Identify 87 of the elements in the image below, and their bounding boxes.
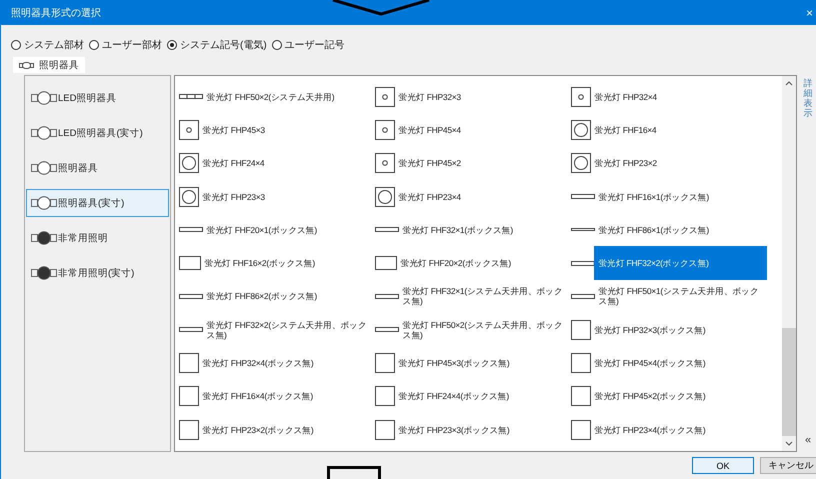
cancel-button[interactable]: キャンセル: [760, 457, 816, 474]
radio-option[interactable]: システム部材: [11, 38, 84, 52]
radio-option[interactable]: ユーザー記号: [272, 38, 345, 52]
fixture-label: 蛍光灯 FHP32×4: [594, 90, 658, 104]
category-item[interactable]: 照明器具: [26, 154, 169, 182]
category-item[interactable]: 非常用照明: [26, 224, 169, 252]
fixture-label: 蛍光灯 FHF16×4: [594, 124, 658, 137]
fixture-label: 蛍光灯 FHP45×2(ボックス無): [594, 390, 706, 404]
fixture-label: 蛍光灯 FHF32×1(システム天井用、ボックス無): [402, 285, 564, 308]
fixture-item[interactable]: 蛍光灯 FHF16×4(ボックス無): [178, 380, 375, 413]
category-item[interactable]: 非常用照明(実寸): [26, 259, 169, 287]
fixture-item[interactable]: 蛍光灯 FHP32×4(ボックス無): [178, 346, 375, 380]
fixture-item[interactable]: 蛍光灯 FHP45×3(ボックス無): [374, 346, 571, 380]
chevron-icon: [331, 0, 431, 16]
fixture-label: 蛍光灯 FHP23×4(ボックス無): [594, 424, 706, 437]
fixture-item[interactable]: 蛍光灯 FHF32×1(ボックス無): [374, 213, 571, 246]
close-button[interactable]: ×: [802, 6, 816, 20]
fixture-item[interactable]: 蛍光灯 FHP23×2: [570, 146, 767, 180]
fixture-item[interactable]: 蛍光灯 FHP23×3: [178, 180, 375, 214]
ok-button[interactable]: OK: [692, 457, 754, 474]
fixture-label: 蛍光灯 FHF16×2(ボックス無): [204, 257, 316, 270]
detail-toggle[interactable]: 詳細表示: [804, 79, 812, 119]
window-title: 照明器具形式の選択: [11, 6, 101, 20]
fixture-label: 蛍光灯 FHF50×2(システム天井用): [206, 90, 336, 104]
fixture-label: 蛍光灯 FHP45×4(ボックス無): [594, 357, 706, 370]
fixture-label: 蛍光灯 FHP23×3: [202, 190, 266, 204]
fixture-icon: [19, 62, 35, 68]
fixture-label: 蛍光灯 FHF50×1(システム天井用、ボックス無): [598, 285, 760, 308]
fixture-item[interactable]: 蛍光灯 FHP23×4: [374, 180, 571, 214]
fixture-item[interactable]: 蛍光灯 FHF50×2(システム天井用、ボックス無): [374, 313, 571, 346]
fixture-label: 蛍光灯 FHP23×3(ボックス無): [398, 424, 510, 437]
scroll-up-icon[interactable]: [785, 81, 794, 86]
category-item[interactable]: LED照明器具(実寸): [26, 119, 169, 147]
fixture-item[interactable]: 蛍光灯 FHP45×3: [178, 113, 375, 147]
fixture-item[interactable]: 蛍光灯 FHF16×2(ボックス無): [178, 246, 375, 280]
fixture-label: 蛍光灯 FHP45×3(ボックス無): [398, 357, 510, 370]
fixture-item[interactable]: 蛍光灯 FHP32×3: [374, 80, 571, 114]
fixture-item[interactable]: 蛍光灯 FHF86×2(ボックス無): [178, 280, 375, 314]
fixture-label: 蛍光灯 FHP32×3: [398, 90, 462, 104]
fixture-item[interactable]: 蛍光灯 FHF20×2(ボックス無): [374, 246, 571, 280]
fixture-item[interactable]: 蛍光灯 FHP45×4(ボックス無): [570, 346, 767, 380]
fixture-label: 蛍光灯 FHF86×1(ボックス無): [598, 224, 710, 237]
fixture-label: 蛍光灯 FHF16×1(ボックス無): [598, 190, 710, 204]
fixture-label: 蛍光灯 FHF32×1(ボックス無): [402, 224, 514, 237]
fixture-label: 蛍光灯 FHP23×2: [594, 157, 658, 170]
fixture-label: 蛍光灯 FHF24×4(ボックス無): [398, 390, 510, 404]
fixture-item[interactable]: 蛍光灯 FHP23×3(ボックス無): [374, 412, 571, 446]
fixture-label: 蛍光灯 FHF20×1(ボックス無): [206, 224, 318, 237]
scrollbar[interactable]: [782, 76, 796, 451]
fixture-item[interactable]: 蛍光灯 FHP45×2(ボックス無): [570, 380, 767, 413]
fixture-item[interactable]: 蛍光灯 FHF24×4(ボックス無): [374, 380, 571, 413]
fixture-item[interactable]: 蛍光灯 FHF32×1(システム天井用、ボックス無): [374, 280, 571, 314]
fixture-label: 蛍光灯 FHF20×2(ボックス無): [400, 257, 512, 270]
fixture-label: 蛍光灯 FHF86×2(ボックス無): [206, 290, 318, 304]
fixture-label: 蛍光灯 FHF32×2(システム天井用、ボックス無): [206, 318, 368, 342]
fixture-item[interactable]: 蛍光灯 FHF24×4: [178, 146, 375, 180]
fixture-label: 蛍光灯 FHP45×2: [398, 157, 462, 170]
fixture-label: 蛍光灯 FHP23×2(ボックス無): [202, 424, 314, 437]
fixture-label: 蛍光灯 FHP23×4: [398, 190, 462, 204]
fixture-label: 蛍光灯 FHP32×4(ボックス無): [202, 357, 314, 370]
fixture-label: 蛍光灯 FHP32×3(ボックス無): [594, 324, 706, 337]
scrollbar-thumb[interactable]: [782, 328, 796, 436]
fixture-label: 蛍光灯 FHF50×2(システム天井用、ボックス無): [402, 318, 564, 342]
category-item[interactable]: 照明器具(実寸): [26, 189, 169, 217]
fixture-item[interactable]: 蛍光灯 FHF16×4: [570, 113, 767, 147]
collapse-button[interactable]: «: [804, 434, 812, 446]
fixture-item[interactable]: 蛍光灯 FHP23×2(ボックス無): [178, 412, 375, 446]
fixture-item[interactable]: 蛍光灯 FHF20×1(ボックス無): [178, 213, 375, 246]
fixture-item[interactable]: 蛍光灯 FHP32×4: [570, 80, 767, 114]
fixture-label: 蛍光灯 FHF16×4(ボックス無): [202, 390, 314, 404]
fixture-item[interactable]: 蛍光灯 FHF50×1(システム天井用、ボックス無): [570, 280, 767, 314]
radio-option[interactable]: システム記号(電気): [167, 38, 267, 52]
fixture-item[interactable]: 蛍光灯 FHP45×2: [374, 146, 571, 180]
fixture-item[interactable]: 蛍光灯 FHP23×4(ボックス無): [570, 412, 767, 446]
fixture-label: 蛍光灯 FHP45×3: [202, 124, 266, 137]
radio-option[interactable]: ユーザー部材: [89, 38, 162, 52]
category-item[interactable]: LED照明器具: [26, 84, 169, 112]
fixture-item[interactable]: 蛍光灯 FHP32×3(ボックス無): [570, 313, 767, 346]
scroll-down-icon[interactable]: [785, 441, 794, 446]
fixture-item[interactable]: 蛍光灯 FHP45×4: [374, 113, 571, 147]
fixture-label: 蛍光灯 FHP45×4: [398, 124, 462, 137]
fixture-item[interactable]: 蛍光灯 FHF32×2(システム天井用、ボックス無): [178, 313, 375, 346]
tab[interactable]: 照明器具: [13, 57, 85, 73]
fixture-label: 蛍光灯 FHF24×4: [202, 157, 266, 170]
fixture-item[interactable]: 蛍光灯 FHF16×1(ボックス無): [570, 180, 767, 214]
fixture-item[interactable]: 蛍光灯 FHF50×2(システム天井用): [178, 80, 375, 114]
fixture-item[interactable]: 蛍光灯 FHF86×1(ボックス無): [570, 213, 767, 246]
